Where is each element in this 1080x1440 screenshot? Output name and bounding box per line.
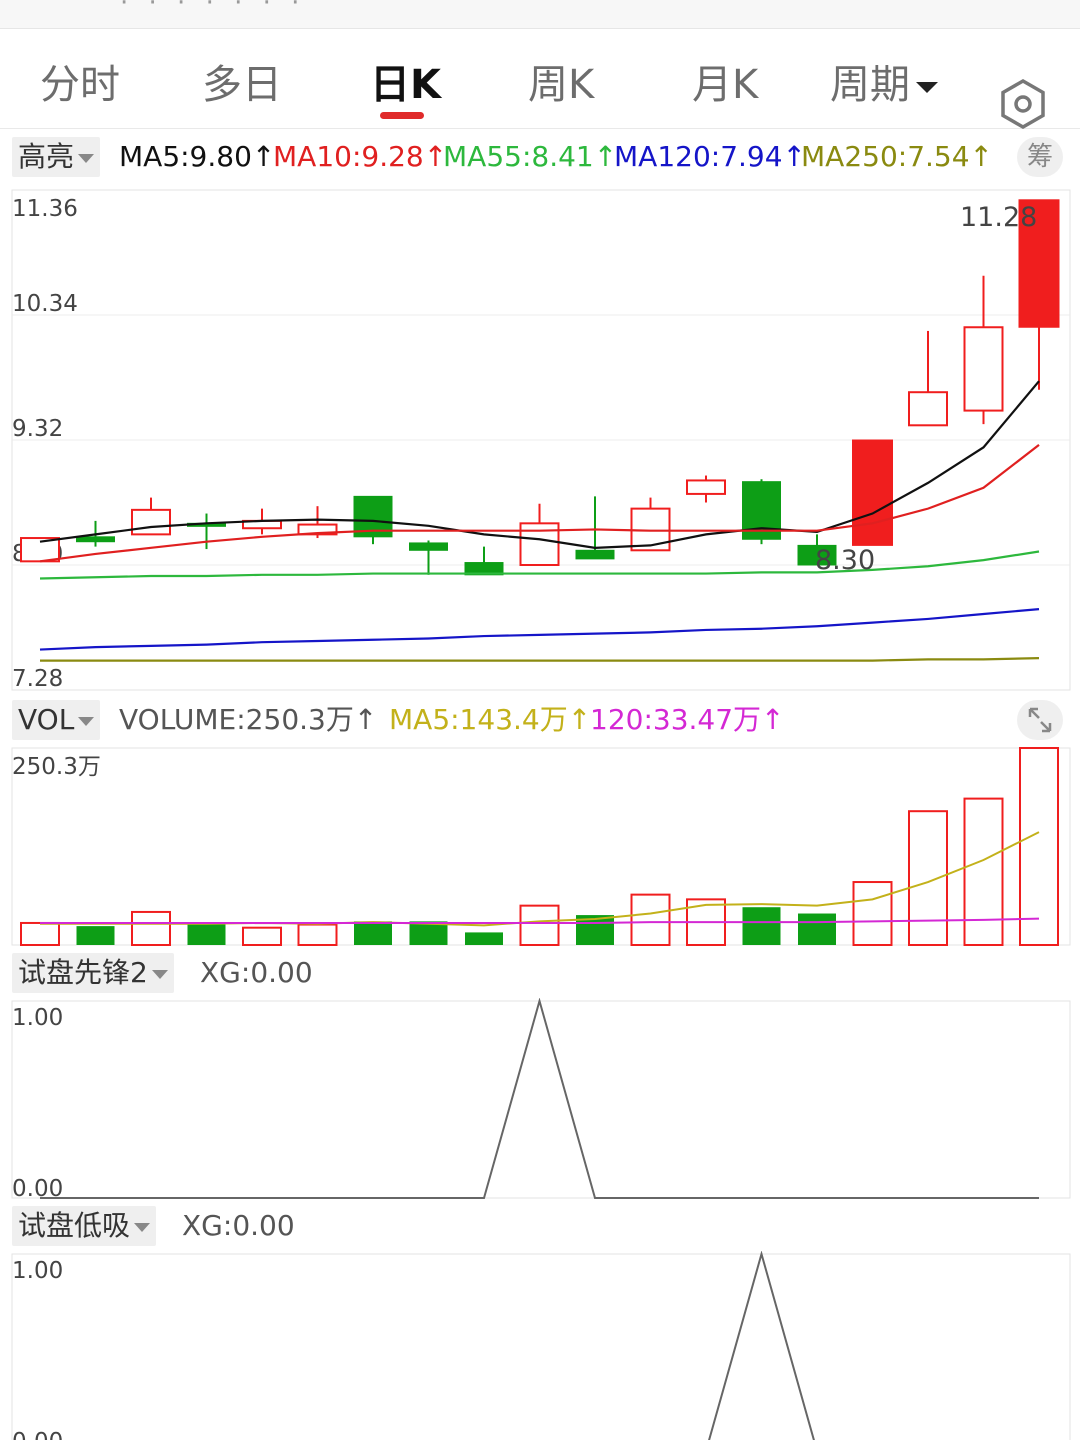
y-tick-label: 9.32 <box>12 416 63 442</box>
tab-period-dropdown[interactable]: 周期 <box>830 52 938 110</box>
indicator1-label: 试盘先锋2 <box>18 956 148 989</box>
volume-bar <box>354 921 392 945</box>
volume-mode-dropdown[interactable]: VOL <box>12 700 101 740</box>
volume-label-1: MA5:143.4万↑ <box>389 703 592 736</box>
candle-body <box>908 391 948 427</box>
ma-label-4: MA250:7.54↑ <box>801 140 993 173</box>
candlestick-chart[interactable]: 11.3610.349.328.307.2811.288.30 <box>0 180 1080 700</box>
tab-daily-k[interactable]: 日K <box>370 52 441 110</box>
tab-monthly-k[interactable]: 月K <box>692 52 758 110</box>
plot-frame <box>11 1000 1071 1199</box>
indicator2-label: 试盘低吸 <box>18 1209 131 1242</box>
volume-bar <box>519 904 560 946</box>
ma-label-3: MA120:7.94↑ <box>614 140 806 173</box>
volume-bar <box>20 921 60 947</box>
candle-body <box>409 542 448 551</box>
indicator2-header: 试盘低吸 XG:0.00 <box>12 1206 612 1246</box>
y-tick-label: 11.36 <box>12 196 78 222</box>
tab-intraday[interactable]: 分时 <box>40 52 120 110</box>
volume-bar <box>297 923 338 947</box>
tab-weekly-k[interactable]: 周K <box>528 52 594 110</box>
indicator-line <box>708 1251 815 1440</box>
candle-body <box>963 326 1004 412</box>
volume-bar <box>630 893 671 947</box>
volume-header: VOL VOLUME:250.3万↑ MA5:143.4万↑ 120:33.47万↑ <box>12 700 1012 740</box>
volume-bar <box>465 932 503 945</box>
caret-down-icon <box>78 716 95 726</box>
indicator1-dropdown[interactable]: 试盘先锋2 <box>12 953 174 993</box>
y-tick-top: 1.00 <box>12 1005 63 1031</box>
volume-bar <box>76 926 115 945</box>
volume-bar <box>908 810 948 946</box>
volume-bar <box>131 910 171 946</box>
ma-line-ma120 <box>39 608 1040 651</box>
caret-down-icon <box>134 1222 151 1232</box>
candle-body <box>686 479 726 495</box>
expand-arrows-icon <box>1028 707 1052 733</box>
volume-chart[interactable]: 250.3万 <box>0 745 1080 950</box>
indicator1-value: XG:0.00 <box>200 956 313 989</box>
indicator-line <box>40 998 1039 1199</box>
caret-down-icon <box>78 153 95 163</box>
caret-down-icon <box>916 81 938 93</box>
plot-frame <box>11 1253 1071 1440</box>
y-tick-top: 1.00 <box>12 1258 63 1284</box>
candle-body <box>575 549 615 560</box>
main-chart-header: 高亮 MA5:9.80↑ MA10:9.28↑ MA55:8.41↑ MA120:7.… <box>12 137 1012 177</box>
indicator2-value: XG:0.00 <box>182 1209 295 1242</box>
indicator1-chart[interactable]: 1.000.00 <box>0 998 1080 1202</box>
status-strip: · · · · · · · <box>0 0 1080 29</box>
ma-label-2: MA55:8.41↑ <box>443 140 618 173</box>
low-annotation: 8.30 <box>815 545 875 576</box>
high-annotation: 11.28 <box>960 202 1037 233</box>
active-tab-indicator <box>380 112 424 119</box>
y-tick-label: 7.28 <box>12 666 63 692</box>
tab-multi-day[interactable]: 多日 <box>202 52 282 110</box>
volume-bar <box>852 881 893 946</box>
tab-period-label: 周期 <box>830 62 910 108</box>
volume-label-2: 120:33.47万↑ <box>590 703 785 736</box>
candle-body <box>131 508 171 536</box>
truncated-title: · · · · · · · <box>120 0 306 18</box>
candle-body <box>76 536 115 543</box>
highlight-mode-label: 高亮 <box>18 140 75 173</box>
volume-bar <box>1019 747 1059 946</box>
ma-label-1: MA10:9.28↑ <box>273 140 448 173</box>
chip-distribution-button[interactable]: 筹 <box>1017 137 1063 177</box>
expand-icon[interactable] <box>1017 700 1063 740</box>
settings-hexagon-icon[interactable] <box>997 78 1049 130</box>
volume-max-label: 250.3万 <box>12 754 101 780</box>
volume-label-0: VOLUME:250.3万↑ <box>119 703 378 736</box>
period-tabs: 分时 多日 日K 周K 月K 周期 <box>0 28 1080 130</box>
ma-label-0: MA5:9.80↑ <box>119 140 276 173</box>
volume-mode-label: VOL <box>18 703 75 736</box>
y-tick-label: 10.34 <box>12 291 78 317</box>
candle-body <box>852 439 893 546</box>
indicator2-chart[interactable]: 1.00 0.00 <box>0 1251 1080 1440</box>
volume-bar <box>963 797 1004 947</box>
volume-bar <box>798 913 836 945</box>
volume-bar <box>242 926 282 947</box>
indicator1-header: 试盘先锋2 XG:0.00 <box>12 953 612 993</box>
ma-line-ma250 <box>40 657 1040 662</box>
volume-bar <box>187 924 226 945</box>
indicator2-dropdown[interactable]: 试盘低吸 <box>12 1206 157 1246</box>
volume-bar <box>742 907 781 945</box>
highlight-mode-dropdown[interactable]: 高亮 <box>12 137 101 177</box>
caret-down-icon <box>151 969 168 979</box>
y-tick-bottom: 0.00 <box>12 1429 63 1440</box>
